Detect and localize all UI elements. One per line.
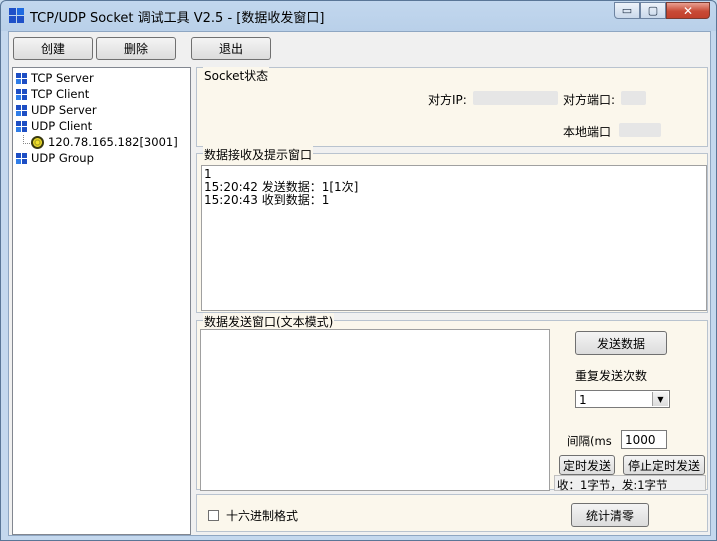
connection-icon <box>31 135 44 149</box>
minimize-button[interactable]: ▭ <box>614 2 640 19</box>
interval-input[interactable]: 1000 <box>621 430 667 449</box>
title-bar[interactable]: TCP/UDP Socket 调试工具 V2.5 - [数据收发窗口] ▭ ▢ … <box>1 1 716 31</box>
peer-port-label: 对方端口: <box>563 93 616 107</box>
send-panel: 数据发送窗口(文本模式) 发送数据 重复发送次数 1 ▼ 间隔(ms 1000 … <box>196 313 708 492</box>
repeat-count-label: 重复发送次数 <box>575 369 648 383</box>
send-data-button[interactable]: 发送数据 <box>575 331 667 355</box>
tree-item-label: TCP Server <box>31 71 94 85</box>
receive-log[interactable]: 1 15:20:42 发送数据：1[1次] 15:20:43 收到数据：1 <box>201 165 707 311</box>
tree-item-label: UDP Group <box>31 151 94 165</box>
app-window: TCP/UDP Socket 调试工具 V2.5 - [数据收发窗口] ▭ ▢ … <box>0 0 717 541</box>
network-node-icon <box>16 152 27 164</box>
stop-timed-send-button[interactable]: 停止定时发送 <box>623 455 705 475</box>
close-button[interactable]: ✕ <box>666 2 710 19</box>
peer-port-value <box>621 91 646 105</box>
stats-text: 收：1字节，发:1字节 <box>554 475 706 492</box>
exit-button[interactable]: 退出 <box>191 37 271 60</box>
interval-label: 间隔(ms <box>567 434 612 448</box>
tree-item-tcp-client[interactable]: TCP Client <box>16 86 89 102</box>
repeat-count-value: 1 <box>579 393 587 407</box>
stats-clear-button[interactable]: 统计清零 <box>571 503 649 527</box>
peer-ip-value <box>473 91 558 105</box>
socket-status-panel: Socket状态 对方IP: 对方端口: 本地端口 <box>196 67 708 147</box>
window-title: TCP/UDP Socket 调试工具 V2.5 - [数据收发窗口] <box>30 11 325 26</box>
maximize-icon: ▢ <box>647 4 659 17</box>
peer-ip-label: 对方IP: <box>428 93 467 107</box>
minimize-icon: ▭ <box>621 4 633 17</box>
tree-item-label: TCP Client <box>31 87 90 101</box>
socket-tree[interactable]: TCP Server TCP Client UDP Server UDP Cli… <box>12 67 191 535</box>
receive-panel: 数据接收及提示窗口 1 15:20:42 发送数据：1[1次] 15:20:43… <box>196 146 708 313</box>
tree-item-udp-server[interactable]: UDP Server <box>16 102 97 118</box>
chevron-down-icon[interactable]: ▼ <box>652 392 668 406</box>
maximize-button[interactable]: ▢ <box>640 2 666 19</box>
timed-send-button[interactable]: 定时发送 <box>559 455 615 475</box>
tree-item-tcp-server[interactable]: TCP Server <box>16 70 94 86</box>
tree-item-label: UDP Server <box>31 103 97 117</box>
local-port-label: 本地端口 <box>563 125 612 139</box>
network-node-icon <box>16 104 27 116</box>
app-grid-icon <box>9 8 24 23</box>
delete-button[interactable]: 删除 <box>96 37 176 60</box>
receive-legend: 数据接收及提示窗口 <box>203 146 314 163</box>
tree-item-label: 120.78.165.182[3001] <box>48 135 178 149</box>
repeat-count-select[interactable]: 1 ▼ <box>575 390 670 408</box>
create-button[interactable]: 创建 <box>13 37 93 60</box>
tree-item-connection[interactable]: 120.78.165.182[3001] <box>31 134 178 150</box>
send-text-input[interactable] <box>200 329 550 491</box>
caption-buttons: ▭ ▢ ✕ <box>614 2 710 19</box>
tree-item-udp-group[interactable]: UDP Group <box>16 150 94 166</box>
network-node-icon <box>16 88 27 100</box>
network-node-icon <box>16 72 27 84</box>
hex-format-label: 十六进制格式 <box>226 509 299 523</box>
footer-panel: 十六进制格式 统计清零 <box>196 494 708 532</box>
hex-format-checkbox[interactable] <box>208 510 219 521</box>
client-area: 创建 删除 退出 TCP Server TCP Client UDP Serve… <box>8 31 711 536</box>
socket-status-legend: Socket状态 <box>203 67 270 84</box>
local-port-value <box>619 123 661 137</box>
send-legend: 数据发送窗口(文本模式) <box>203 313 335 330</box>
log-line: 15:20:43 收到数据：1 <box>204 193 330 207</box>
close-icon: ✕ <box>682 3 694 18</box>
